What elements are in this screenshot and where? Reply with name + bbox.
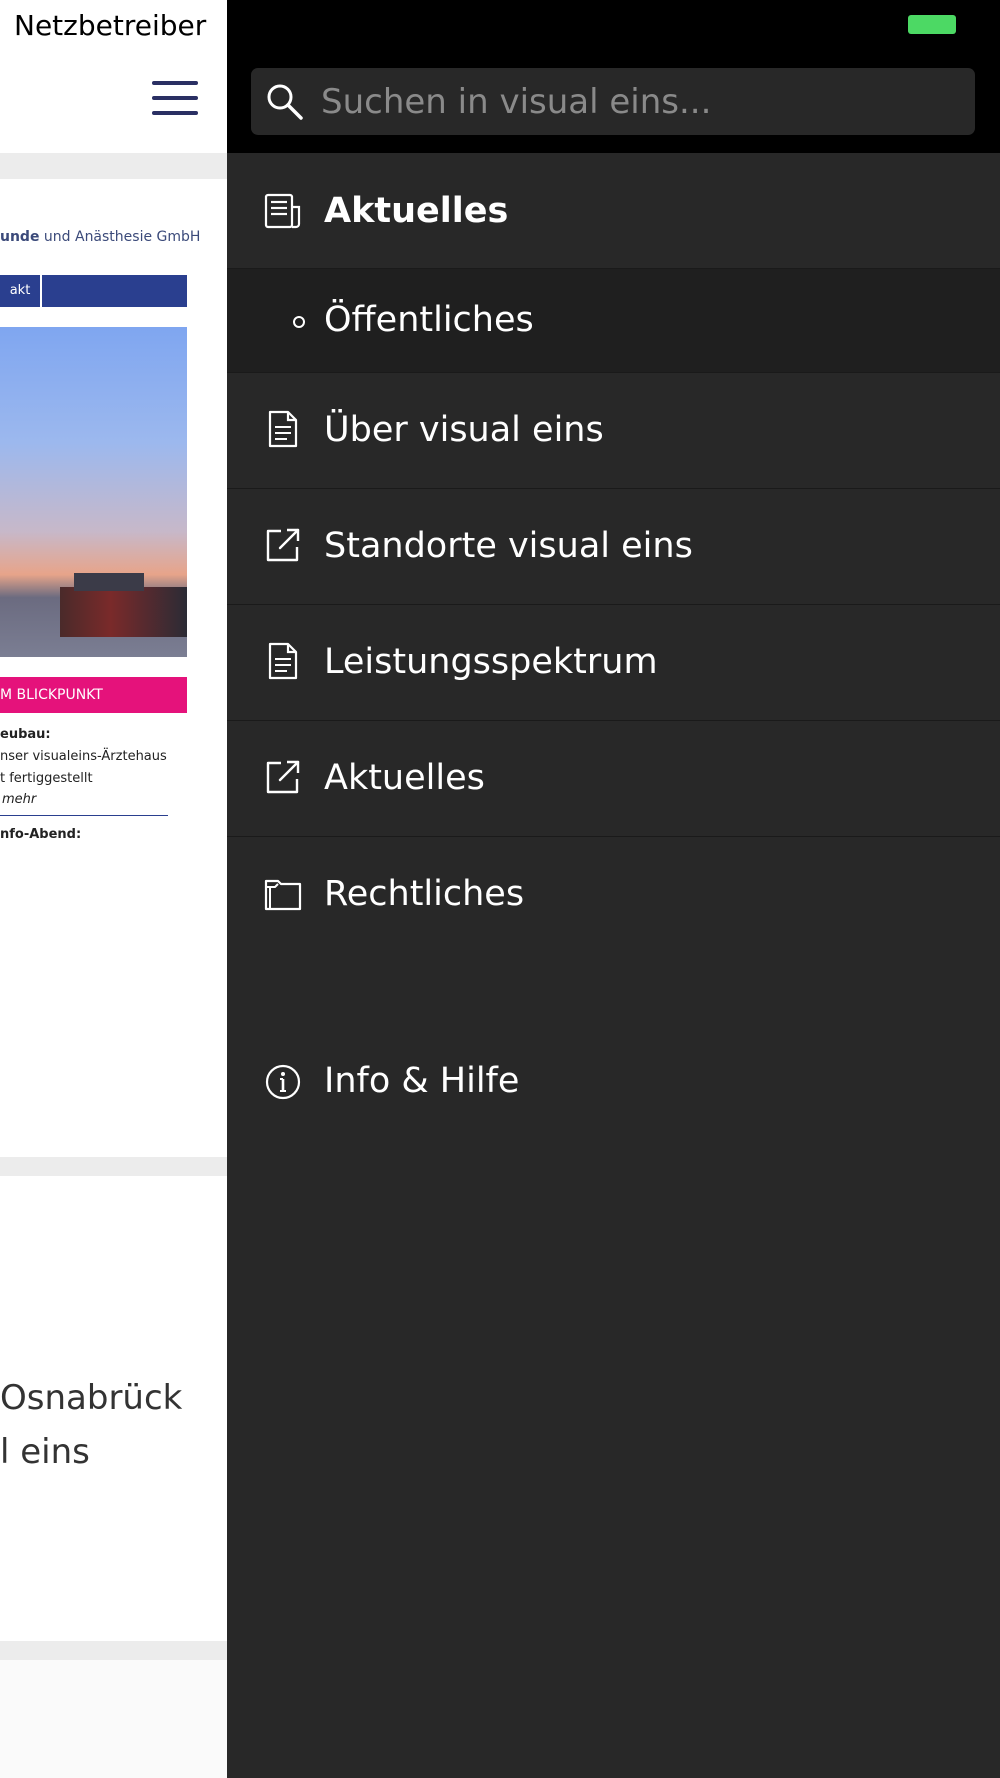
thumbnail-text: t fertiggestellt xyxy=(0,771,93,786)
background-page: Netzbetreiber unde und Anästhesie GmbH a… xyxy=(0,0,227,1778)
thumbnail-navbar: akt xyxy=(0,275,187,307)
menu-item-label: Info & Hilfe xyxy=(324,1061,520,1101)
document-icon xyxy=(268,410,298,448)
status-bar-right xyxy=(227,0,1000,50)
website-thumbnail: unde und Anästhesie GmbH akt M BLICKPUNK… xyxy=(0,179,200,849)
bullet-icon xyxy=(293,316,305,328)
thumbnail-nav-tab: akt xyxy=(0,275,42,307)
teaser-card[interactable]: Osnabrück l eins xyxy=(0,1176,227,1641)
menu-item-standorte[interactable]: Standorte visual eins xyxy=(227,489,1000,605)
next-card xyxy=(0,1660,227,1778)
menu-item-label: Öffentliches xyxy=(324,300,534,340)
hamburger-menu-icon[interactable] xyxy=(152,81,198,117)
carrier-label: Netzbetreiber xyxy=(14,9,207,42)
document-icon xyxy=(268,642,298,680)
external-link-icon xyxy=(266,528,300,562)
thumbnail-text: nfo-Abend: xyxy=(0,827,82,842)
search-icon xyxy=(267,84,303,120)
menu-item-aktuelles[interactable]: Aktuelles xyxy=(227,155,1000,269)
website-preview-card[interactable]: unde und Anästhesie GmbH akt M BLICKPUNK… xyxy=(0,179,227,1157)
menu-item-label: Leistungsspektrum xyxy=(324,642,658,682)
battery-icon xyxy=(908,15,956,34)
search-box[interactable] xyxy=(251,68,975,135)
status-bar: Netzbetreiber xyxy=(0,0,227,50)
search-area xyxy=(227,50,1000,153)
thumbnail-building-photo xyxy=(0,327,187,657)
menu-item-label: Aktuelles xyxy=(324,191,509,231)
thumbnail-highlight-bar: M BLICKPUNKT xyxy=(0,677,187,713)
teaser-text: Osnabrück l eins xyxy=(0,1378,183,1472)
menu-item-label: Rechtliches xyxy=(324,874,525,914)
menu-item-ueber-visual-eins[interactable]: Über visual eins xyxy=(227,373,1000,489)
info-icon xyxy=(265,1064,301,1100)
folder-icon xyxy=(264,879,302,911)
thumbnail-text: mehr xyxy=(2,792,37,807)
thumbnail-text: nser visualeins-Ärztehaus xyxy=(0,749,167,764)
menu-item-leistungsspektrum[interactable]: Leistungsspektrum xyxy=(227,605,1000,721)
search-input[interactable] xyxy=(321,68,961,135)
external-link-icon xyxy=(266,760,300,794)
drawer-menu: Aktuelles Öffentliches Über visual eins … xyxy=(227,155,1000,952)
menu-item-label: Über visual eins xyxy=(324,410,604,450)
menu-item-aktuelles-link[interactable]: Aktuelles xyxy=(227,721,1000,837)
top-navigation-bar xyxy=(0,50,227,153)
menu-item-oeffentliches[interactable]: Öffentliches xyxy=(227,269,1000,373)
news-icon xyxy=(264,193,301,229)
menu-item-rechtliches[interactable]: Rechtliches xyxy=(227,837,1000,952)
menu-item-info-hilfe[interactable]: Info & Hilfe xyxy=(227,1026,1000,1136)
thumbnail-text: eubau: xyxy=(0,727,51,742)
side-drawer: Aktuelles Öffentliches Über visual eins … xyxy=(227,0,1000,1778)
menu-item-label: Standorte visual eins xyxy=(324,526,693,566)
menu-item-label: Aktuelles xyxy=(324,758,485,798)
thumbnail-title: unde und Anästhesie GmbH xyxy=(0,229,201,245)
